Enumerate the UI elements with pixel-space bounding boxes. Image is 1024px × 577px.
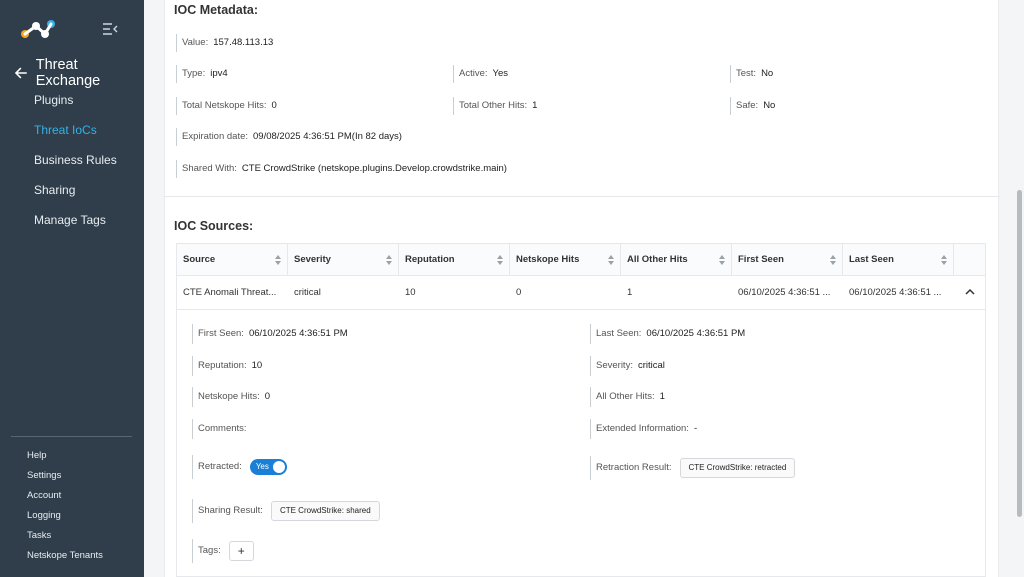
- netskope-logo-icon: [21, 20, 55, 38]
- total-netskope-hits-field: Total Netskope Hits: 0: [176, 97, 277, 115]
- retracted-toggle[interactable]: Yes: [249, 459, 287, 475]
- column-header-netskope-hits[interactable]: Netskope Hits: [510, 244, 621, 276]
- main-content: IOC Metadata: Value: 157.48.113.13 Type: i…: [144, 0, 1015, 577]
- column-header-reputation[interactable]: Reputation: [399, 244, 510, 276]
- detail-tags: Tags: +: [192, 539, 254, 563]
- scrollbar-thumb[interactable]: [1017, 190, 1022, 517]
- sort-icon[interactable]: [386, 254, 392, 266]
- sidebar-item-logging[interactable]: Logging: [0, 509, 144, 529]
- cell-first-seen: 06/10/2025 4:36:51 ...: [738, 287, 831, 298]
- detail-extended-information: Extended Information: -: [590, 419, 697, 439]
- sidebar-item-threat-iocs[interactable]: Threat IoCs: [0, 118, 144, 148]
- ioc-sources-table: Source Severity Reputation Netskope Hits…: [176, 243, 986, 577]
- test-field: Test: No: [730, 65, 773, 83]
- detail-netskope-hits: Netskope Hits: 0: [192, 387, 270, 407]
- sort-icon[interactable]: [608, 254, 614, 266]
- total-other-hits-field: Total Other Hits: 1: [453, 97, 537, 115]
- detail-retracted: Retracted: Yes: [192, 455, 287, 479]
- column-header-all-other-hits[interactable]: All Other Hits: [621, 244, 732, 276]
- safe-field: Safe: No: [730, 97, 775, 115]
- sidebar-bottom-nav: Help Settings Account Logging Tasks Nets…: [0, 449, 144, 569]
- value-field: Value: 157.48.113.13: [176, 34, 273, 52]
- sidebar-item-sharing[interactable]: Sharing: [0, 178, 144, 208]
- chevron-up-icon[interactable]: [965, 288, 975, 296]
- detail-all-other-hits: All Other Hits: 1: [590, 387, 665, 407]
- column-header-last-seen[interactable]: Last Seen: [843, 244, 954, 276]
- cell-severity: critical: [294, 287, 321, 298]
- type-field: Type: ipv4: [176, 65, 228, 83]
- sidebar-item-help[interactable]: Help: [0, 449, 144, 469]
- column-header-severity[interactable]: Severity: [288, 244, 399, 276]
- sort-icon[interactable]: [830, 254, 836, 266]
- detail-comments: Comments:: [192, 419, 247, 439]
- sidebar-item-account[interactable]: Account: [0, 489, 144, 509]
- ioc-sources-title: IOC Sources:: [174, 219, 254, 233]
- column-header-first-seen[interactable]: First Seen: [732, 244, 843, 276]
- column-header-source[interactable]: Source: [177, 244, 288, 276]
- toggle-knob: [272, 461, 285, 473]
- cell-source: CTE Anomali Threat...: [183, 287, 277, 298]
- sort-icon[interactable]: [719, 254, 725, 266]
- table-header: Source Severity Reputation Netskope Hits…: [177, 244, 985, 276]
- back-threat-exchange[interactable]: Threat Exchange: [14, 57, 144, 89]
- sidebar-item-manage-tags[interactable]: Manage Tags: [0, 208, 144, 238]
- expiration-date-field: Expiration date: 09/08/2025 4:36:51 PM(In…: [176, 128, 402, 146]
- detail-last-seen: Last Seen: 06/10/2025 4:36:51 PM: [590, 324, 745, 344]
- vertical-scrollbar[interactable]: [1015, 0, 1024, 577]
- cell-netskope-hits: 0: [516, 287, 522, 298]
- detail-sharing-result: Sharing Result: CTE CrowdStrike: shared: [192, 499, 380, 523]
- detail-severity: Severity: critical: [590, 356, 665, 376]
- collapse-menu-icon[interactable]: [102, 22, 118, 36]
- section-divider: [165, 196, 1000, 197]
- active-field: Active: Yes: [453, 65, 508, 83]
- sort-icon[interactable]: [941, 254, 947, 266]
- sidebar: Threat Exchange Plugins Threat IoCs Busi…: [0, 0, 144, 577]
- sort-icon[interactable]: [275, 254, 281, 266]
- arrow-left-icon: [14, 67, 27, 79]
- table-row[interactable]: CTE Anomali Threat... critical 10 0 1 06…: [177, 276, 985, 310]
- cell-reputation: 10: [405, 287, 416, 298]
- sidebar-item-netskope-tenants[interactable]: Netskope Tenants: [0, 549, 144, 569]
- sidebar-divider: [11, 436, 132, 437]
- sidebar-item-plugins[interactable]: Plugins: [0, 88, 144, 118]
- ioc-metadata-title: IOC Metadata:: [174, 3, 259, 17]
- detail-first-seen: First Seen: 06/10/2025 4:36:51 PM: [192, 324, 348, 344]
- cell-all-other-hits: 1: [627, 287, 633, 298]
- sharing-result-chip: CTE CrowdStrike: shared: [270, 501, 380, 521]
- expanded-row-detail: First Seen: 06/10/2025 4:36:51 PM Last Se…: [177, 310, 985, 576]
- sidebar-nav: Plugins Threat IoCs Business Rules Shari…: [0, 88, 144, 238]
- shared-with-field: Shared With: CTE CrowdStrike (netskope.pl…: [176, 160, 507, 178]
- section-title: Threat Exchange: [35, 57, 101, 89]
- sidebar-item-business-rules[interactable]: Business Rules: [0, 148, 144, 178]
- cell-last-seen: 06/10/2025 4:36:51 ...: [849, 287, 942, 298]
- sidebar-item-tasks[interactable]: Tasks: [0, 529, 144, 549]
- detail-retraction-result: Retraction Result: CTE CrowdStrike: retr…: [590, 456, 796, 480]
- sort-icon[interactable]: [497, 254, 503, 266]
- add-tag-button[interactable]: +: [228, 541, 254, 561]
- retraction-result-chip: CTE CrowdStrike: retracted: [679, 458, 796, 478]
- sidebar-item-settings[interactable]: Settings: [0, 469, 144, 489]
- detail-reputation: Reputation: 10: [192, 356, 262, 376]
